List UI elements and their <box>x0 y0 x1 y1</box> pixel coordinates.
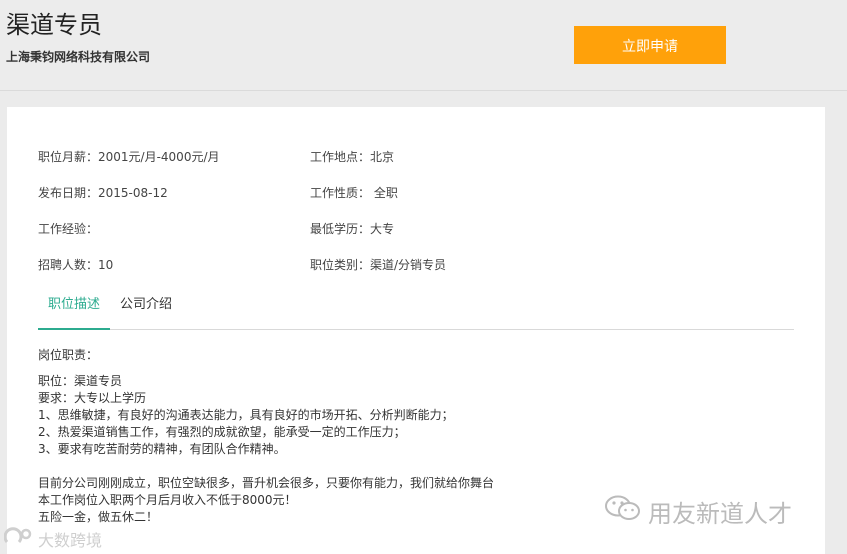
salary-info: 职位月薪：2001元/月-4000元/月 <box>38 150 220 164</box>
publish-date-info: 发布日期：2015-08-12 <box>38 186 168 200</box>
detail-tabs: 职位描述 公司介绍 <box>38 293 794 330</box>
headcount-info: 招聘人数：10 <box>38 258 114 272</box>
watermark-left-text: 大数跨境 <box>38 531 103 550</box>
company-name[interactable]: 上海秉钧网络科技有限公司 <box>6 48 150 66</box>
category-info: 职位类别：渠道/分销专员 <box>310 258 447 272</box>
experience-info: 工作经验： <box>38 222 99 236</box>
description-line: 3、要求有吃苦耐劳的精神，有团队合作精神。 <box>38 442 286 456</box>
description-line: 2、热爱渠道销售工作，有强烈的成就欲望，能承受一定的工作压力； <box>38 425 406 439</box>
apply-button[interactable]: 立即申请 <box>574 26 726 64</box>
watermark-right: 用友新道人才 <box>604 494 792 528</box>
watermark-left: 大数跨境 <box>3 526 103 552</box>
description-heading: 岗位职责： <box>38 348 99 362</box>
tab-company-intro[interactable]: 公司介绍 <box>120 293 172 328</box>
description-line: 目前分公司刚刚成立，职位空缺很多，晋升机会很多，只要你有能力，我们就给你舞台 <box>38 476 495 490</box>
description-line: 职位：渠道专员 <box>38 374 123 388</box>
job-type-info: 工作性质： 全职 <box>310 186 398 200</box>
job-header: 渠道专员 上海秉钧网络科技有限公司 立即申请 <box>0 0 847 91</box>
job-detail-card: 职位月薪：2001元/月-4000元/月 工作地点：北京 发布日期：2015-0… <box>7 107 825 554</box>
description-line: 1、思维敏捷，有良好的沟通表达能力，具有良好的市场开拓、分析判断能力； <box>38 408 454 422</box>
wechat-icon <box>604 494 642 528</box>
description-line: 要求：大专以上学历 <box>38 391 147 405</box>
job-title: 渠道专员 <box>6 11 102 39</box>
watermark-right-text: 用友新道人才 <box>648 499 792 528</box>
location-info: 工作地点：北京 <box>310 150 395 164</box>
tab-job-description[interactable]: 职位描述 <box>38 293 110 330</box>
logo-icon <box>3 526 34 552</box>
education-info: 最低学历：大专 <box>310 222 395 236</box>
job-detail-page: 渠道专员 上海秉钧网络科技有限公司 立即申请 职位月薪：2001元/月-4000… <box>0 0 847 554</box>
